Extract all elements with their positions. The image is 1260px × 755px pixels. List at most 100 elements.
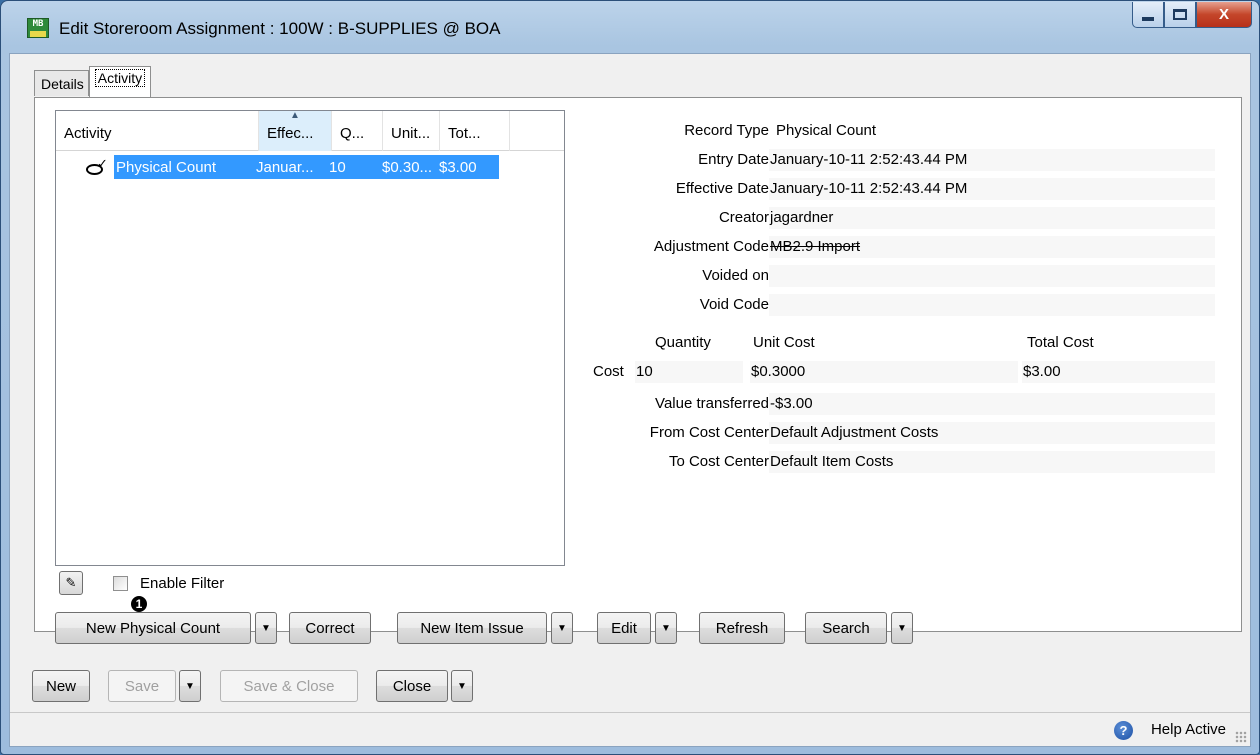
refresh-button[interactable]: Refresh xyxy=(699,612,785,644)
column-total[interactable]: Tot... xyxy=(440,111,510,151)
adjustment-code-value: MB2.9 Import xyxy=(769,236,1215,258)
window-title: Edit Storeroom Assignment : 100W : B-SUP… xyxy=(59,19,501,38)
app-window: MB Edit Storeroom Assignment : 100W : B-… xyxy=(0,0,1260,755)
table-row[interactable]: ✓ Physical Count Januar... 10 $0.30... $… xyxy=(86,155,499,179)
adjustment-code-label: Adjustment Code xyxy=(653,238,769,255)
status-text: Help Active xyxy=(1151,721,1226,738)
record-type-value: Physical Count xyxy=(776,122,877,139)
close-dropdown[interactable]: ▼ xyxy=(451,670,473,702)
tab-activity[interactable]: Activity xyxy=(88,66,152,98)
chevron-down-icon: ▼ xyxy=(457,680,467,692)
from-cost-center-value: Default Adjustment Costs xyxy=(769,422,1215,444)
physical-count-icon: ✓ xyxy=(86,157,108,177)
new-item-issue-button[interactable]: New Item Issue xyxy=(397,612,547,644)
creator-label: Creator xyxy=(718,209,769,226)
record-type-label: Record Type xyxy=(684,122,769,139)
close-window-button[interactable]: X xyxy=(1196,2,1252,28)
activity-tab-panel: Activity ▲ Effec... Q... Unit... Tot... … xyxy=(34,97,1242,644)
correct-button[interactable]: Correct xyxy=(289,612,371,644)
selected-row[interactable]: Physical Count Januar... 10 $0.30... $3.… xyxy=(114,155,499,179)
voided-on-label: Voided on xyxy=(702,267,769,284)
cell-unit: $0.30... xyxy=(382,158,433,176)
app-icon-text: MB xyxy=(32,19,44,29)
title-bar[interactable]: MB Edit Storeroom Assignment : 100W : B-… xyxy=(1,1,1259,51)
maximize-button[interactable] xyxy=(1164,2,1196,28)
status-bar: ? Help Active xyxy=(10,712,1250,746)
help-label[interactable]: Help xyxy=(1151,721,1182,738)
client-area: Details Activity Activity ▲ Effec... Q..… xyxy=(9,53,1251,747)
value-transferred-value: -$3.00 xyxy=(769,393,1215,415)
cell-quantity: 10 xyxy=(329,158,346,176)
entry-date-value: January-10-11 2:52:43.44 PM xyxy=(769,149,1215,171)
effective-date-label: Effective Date xyxy=(675,180,769,197)
column-effective-label: Effec... xyxy=(267,125,314,142)
cost-quantity-value: 10 xyxy=(635,361,743,383)
tab-details[interactable]: Details xyxy=(34,70,89,96)
column-activity-label: Activity xyxy=(64,125,112,142)
column-activity[interactable]: Activity xyxy=(56,111,259,151)
column-total-label: Tot... xyxy=(448,125,481,142)
new-physical-count-dropdown[interactable]: ▼ xyxy=(255,612,277,644)
cell-total: $3.00 xyxy=(439,158,477,176)
column-unit[interactable]: Unit... xyxy=(383,111,440,151)
column-quantity-label: Q... xyxy=(340,125,365,142)
status-state: Active xyxy=(1185,721,1226,738)
cost-total-value: $3.00 xyxy=(1022,361,1215,383)
filter-edit-button[interactable]: ✎ xyxy=(59,571,83,595)
caption-buttons: X xyxy=(1132,2,1252,29)
cost-unit-value: $0.3000 xyxy=(750,361,1018,383)
cost-row-label: Cost xyxy=(593,363,624,380)
filter-row: ✎ Enable Filter xyxy=(59,571,224,595)
new-item-issue-dropdown[interactable]: ▼ xyxy=(551,612,573,644)
tab-details-label: Details xyxy=(41,76,84,92)
annotation-badge: 1 xyxy=(131,596,147,612)
enable-filter-checkbox[interactable] xyxy=(113,575,128,591)
void-code-label: Void Code xyxy=(699,296,769,313)
search-dropdown[interactable]: ▼ xyxy=(891,612,913,644)
void-code-value xyxy=(769,294,1215,316)
close-icon: X xyxy=(1218,6,1229,23)
save-close-button[interactable]: Save & Close xyxy=(220,670,358,702)
save-dropdown[interactable]: ▼ xyxy=(179,670,201,702)
column-effective[interactable]: ▲ Effec... xyxy=(259,111,332,151)
edit-button[interactable]: Edit xyxy=(597,612,651,644)
filter-pen-icon: ✎ xyxy=(65,575,77,590)
new-physical-count-button[interactable]: New Physical Count xyxy=(55,612,251,644)
chevron-down-icon: ▼ xyxy=(897,622,907,634)
value-transferred-label: Value transferred xyxy=(655,395,769,412)
sort-ascending-icon: ▲ xyxy=(290,111,300,121)
cell-activity: Physical Count xyxy=(116,158,217,176)
close-button[interactable]: Close xyxy=(376,670,448,702)
app-icon[interactable]: MB xyxy=(27,18,49,38)
minimize-button[interactable] xyxy=(1132,2,1164,28)
quantity-header: Quantity xyxy=(655,334,711,351)
chevron-down-icon: ▼ xyxy=(185,680,195,692)
activity-list-header: Activity ▲ Effec... Q... Unit... Tot... xyxy=(56,111,564,151)
total-cost-header: Total Cost xyxy=(1027,334,1094,351)
app-icon-bar xyxy=(30,31,46,37)
new-button[interactable]: New xyxy=(32,670,90,702)
to-cost-center-value: Default Item Costs xyxy=(769,451,1215,473)
unit-cost-header: Unit Cost xyxy=(753,334,815,351)
from-cost-center-label: From Cost Center xyxy=(649,424,769,441)
enable-filter-label: Enable Filter xyxy=(140,574,225,592)
column-unit-label: Unit... xyxy=(391,125,431,142)
chevron-down-icon: ▼ xyxy=(261,622,271,634)
maximize-icon xyxy=(1173,9,1187,20)
resize-grip-icon[interactable] xyxy=(1235,731,1247,743)
column-quantity[interactable]: Q... xyxy=(332,111,383,151)
cell-effective: Januar... xyxy=(256,158,314,176)
edit-dropdown[interactable]: ▼ xyxy=(655,612,677,644)
to-cost-center-label: To Cost Center xyxy=(668,453,769,470)
voided-on-value xyxy=(769,265,1215,287)
help-icon[interactable]: ? xyxy=(1114,721,1133,740)
search-button[interactable]: Search xyxy=(805,612,887,644)
effective-date-value: January-10-11 2:52:43.44 PM xyxy=(769,178,1215,200)
entry-date-label: Entry Date xyxy=(698,151,769,168)
creator-value: jagardner xyxy=(769,207,1215,229)
minimize-icon xyxy=(1142,16,1154,21)
save-button[interactable]: Save xyxy=(108,670,176,702)
chevron-down-icon: ▼ xyxy=(661,622,671,634)
activity-list[interactable]: Activity ▲ Effec... Q... Unit... Tot... … xyxy=(55,110,565,566)
tab-strip: Details Activity xyxy=(34,66,152,98)
